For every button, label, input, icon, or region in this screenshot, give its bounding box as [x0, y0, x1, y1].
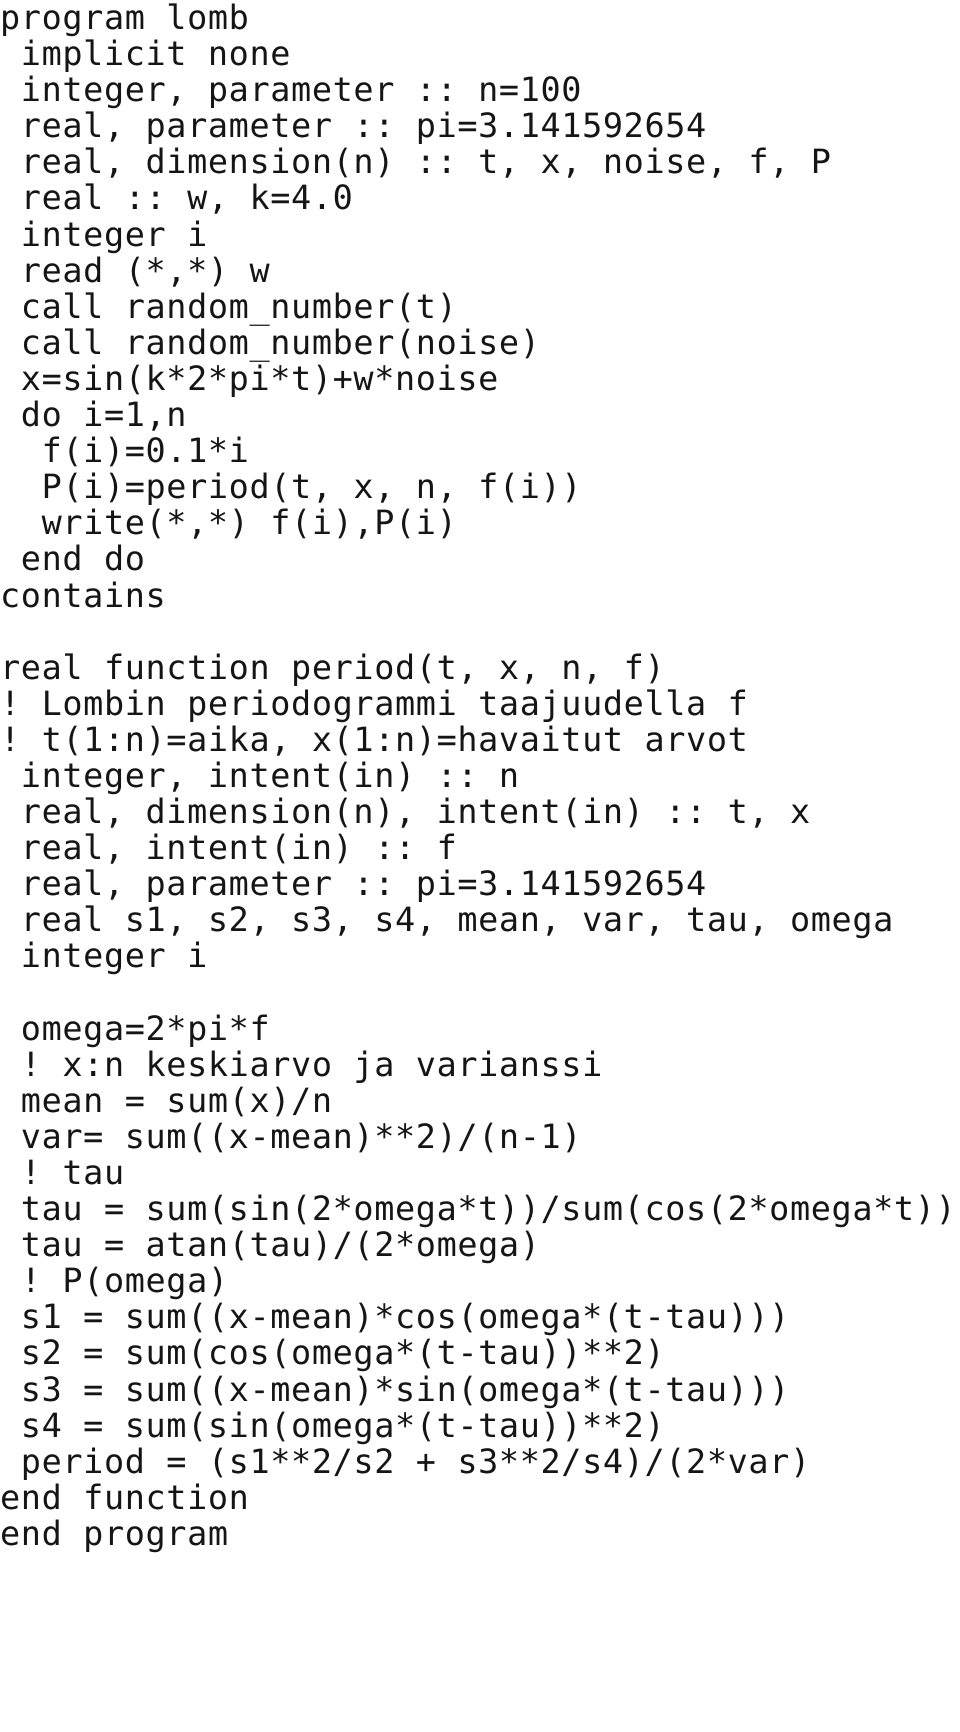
code-line: ! t(1:n)=aika, x(1:n)=havaitut arvot: [0, 719, 749, 759]
code-line: write(*,*) f(i),P(i): [0, 503, 458, 543]
code-line: program lomb: [0, 0, 250, 37]
code-line: ! tau: [0, 1153, 125, 1192]
code-line: f(i)=0.1*i: [0, 431, 250, 471]
code-line: contains: [0, 575, 167, 615]
code-line: tau = atan(tau)/(2*omega): [0, 1225, 541, 1265]
code-line: call random_number(t): [0, 286, 458, 326]
code-line: integer i: [0, 214, 208, 254]
code-line: tau = sum(sin(2*omega*t))/sum(cos(2*omeg…: [0, 1189, 957, 1229]
code-line: call random_number(noise): [0, 322, 541, 362]
code-line: integer, intent(in) :: n: [0, 755, 520, 795]
code-line: real, parameter :: pi=3.141592654: [0, 106, 707, 146]
code-line: do i=1,n: [0, 395, 188, 435]
code-line: real :: w, k=4.0: [0, 178, 354, 218]
code-listing: program lomb implicit none integer, para…: [0, 0, 960, 1552]
code-line: s2 = sum(cos(omega*(t-tau))**2): [0, 1333, 666, 1373]
code-line: real s1, s2, s3, s4, mean, var, tau, ome…: [0, 900, 894, 940]
code-line: ! x:n keskiarvo ja varianssi: [0, 1044, 603, 1084]
code-line: real, intent(in) :: f: [0, 828, 458, 868]
code-line: s1 = sum((x-mean)*cos(omega*(t-tau))): [0, 1297, 790, 1337]
code-line: integer, parameter :: n=100: [0, 70, 583, 110]
code-line: real function period(t, x, n, f): [0, 647, 666, 687]
code-line: end function: [0, 1477, 250, 1517]
code-line: end program: [0, 1513, 229, 1553]
code-line: s3 = sum((x-mean)*sin(omega*(t-tau))): [0, 1369, 790, 1409]
code-line: s4 = sum(sin(omega*(t-tau))**2): [0, 1405, 666, 1445]
code-line: read (*,*) w: [0, 250, 271, 290]
code-line: implicit none: [0, 34, 292, 74]
code-line: mean = sum(x)/n: [0, 1080, 333, 1120]
code-line: ! P(omega): [0, 1261, 229, 1301]
code-line: period = (s1**2/s2 + s3**2/s4)/(2*var): [0, 1441, 811, 1481]
code-line: omega=2*pi*f: [0, 1008, 271, 1048]
code-line: P(i)=period(t, x, n, f(i)): [0, 467, 583, 507]
code-line: real, parameter :: pi=3.141592654: [0, 864, 707, 904]
code-line: x=sin(k*2*pi*t)+w*noise: [0, 358, 499, 398]
code-line: real, dimension(n) :: t, x, noise, f, P: [0, 142, 832, 182]
code-line: ! Lombin periodogrammi taajuudella f: [0, 683, 749, 723]
code-line: real, dimension(n), intent(in) :: t, x: [0, 792, 811, 832]
code-line: integer i: [0, 936, 208, 976]
code-line: end do: [0, 539, 146, 579]
code-line: var= sum((x-mean)**2)/(n-1): [0, 1116, 583, 1156]
